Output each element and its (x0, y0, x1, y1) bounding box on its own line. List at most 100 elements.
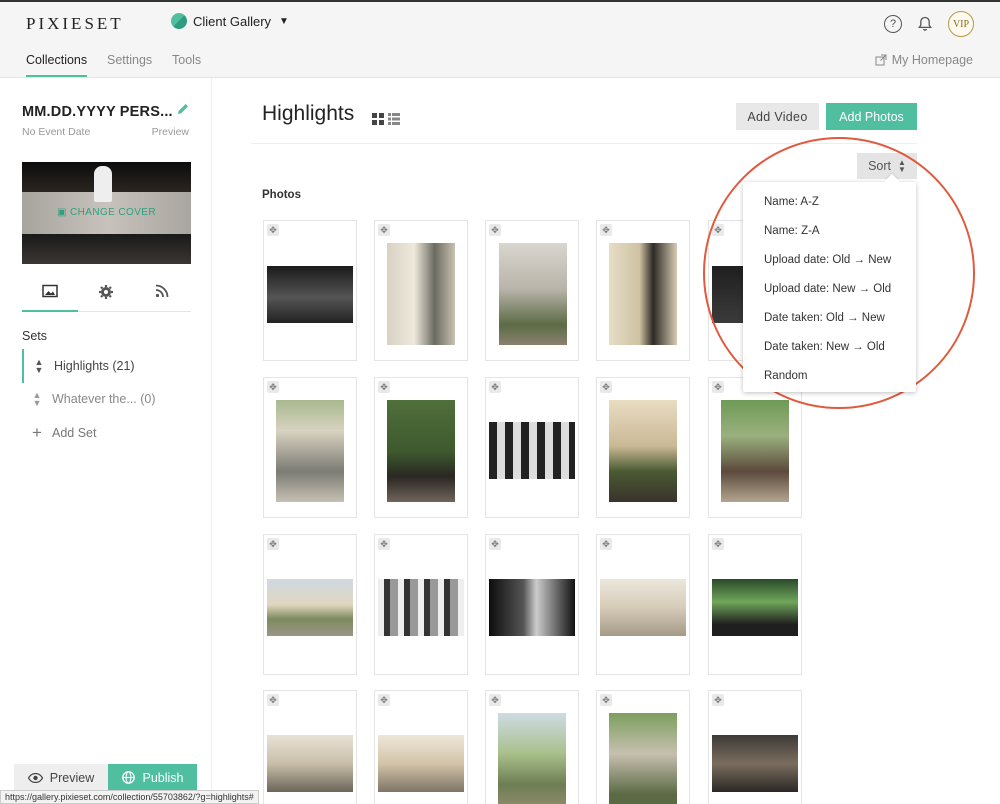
pencil-icon[interactable] (176, 102, 190, 121)
tab-activity[interactable] (134, 284, 190, 298)
photo-thumbnail[interactable] (712, 735, 798, 792)
sort-handle-icon[interactable]: ▲ ▼ (24, 358, 54, 375)
sort-option-random[interactable]: Random (743, 361, 916, 390)
drag-handle-icon[interactable]: ✥ (600, 694, 612, 706)
photo-thumbnail[interactable] (712, 579, 798, 636)
photo-card[interactable]: ✥ (263, 220, 357, 361)
photo-thumbnail[interactable] (267, 266, 353, 323)
drag-handle-icon[interactable]: ✥ (489, 224, 501, 236)
photo-thumbnail[interactable] (721, 400, 789, 502)
drag-handle-icon[interactable]: ✥ (267, 224, 279, 236)
photo-thumbnail[interactable] (489, 422, 575, 479)
drag-handle-icon[interactable]: ✥ (378, 538, 390, 550)
help-icon[interactable]: ? (884, 15, 902, 33)
event-date[interactable]: No Event Date (22, 126, 90, 138)
sort-option-upload-new-old[interactable]: Upload date: New → Old (743, 274, 916, 303)
sort-option-name-z-a[interactable]: Name: Z-A (743, 216, 916, 245)
photo-card[interactable]: ✥ (708, 690, 802, 804)
tab-collection-settings[interactable] (78, 284, 134, 300)
header-divider (251, 143, 917, 144)
photo-thumbnail[interactable] (267, 579, 353, 636)
drag-handle-icon[interactable]: ✥ (378, 694, 390, 706)
set-label: Highlights (21) (54, 359, 135, 373)
photo-card[interactable]: ✥ (263, 690, 357, 804)
set-item-highlights[interactable]: ▲ ▼ Highlights (21) (22, 349, 212, 383)
photo-card[interactable]: ✥ (485, 377, 579, 518)
drag-handle-icon[interactable]: ✥ (600, 538, 612, 550)
add-photos-button[interactable]: Add Photos (826, 103, 917, 130)
photo-thumbnail[interactable] (499, 243, 567, 345)
drag-handle-icon[interactable]: ✥ (712, 381, 724, 393)
photo-thumbnail[interactable] (267, 735, 353, 792)
sidebar-tabs (22, 278, 191, 312)
tab-photos[interactable] (22, 284, 78, 312)
app-switcher-label: Client Gallery (193, 13, 272, 29)
photo-card[interactable]: ✥ (596, 690, 690, 804)
drag-handle-icon[interactable]: ✥ (600, 224, 612, 236)
grid-view-icon[interactable] (372, 112, 384, 130)
change-cover-button[interactable]: ▣ CHANGE COVER (22, 207, 191, 218)
publish-button[interactable]: Publish (108, 764, 197, 791)
sort-option-taken-new-old[interactable]: Date taken: New → Old (743, 332, 916, 361)
vip-badge[interactable]: VIP (948, 11, 974, 37)
photo-thumbnail[interactable] (609, 713, 677, 804)
photo-thumbnail[interactable] (609, 400, 677, 502)
tab-settings[interactable]: Settings (107, 53, 152, 67)
sort-option-upload-old-new[interactable]: Upload date: Old → New (743, 245, 916, 274)
preview-link[interactable]: Preview (152, 126, 189, 138)
sort-label: Sort (868, 159, 891, 173)
photo-thumbnail[interactable] (498, 713, 566, 804)
bell-icon[interactable] (916, 15, 934, 33)
drag-handle-icon[interactable]: ✥ (600, 381, 612, 393)
drag-handle-icon[interactable]: ✥ (378, 224, 390, 236)
photo-card[interactable]: ✥ (596, 534, 690, 675)
add-set-button[interactable]: + Add Set (22, 416, 212, 450)
photo-card[interactable]: ✥ (374, 377, 468, 518)
app-switcher[interactable]: Client Gallery ▼ (171, 13, 289, 29)
sort-button[interactable]: Sort ▲ ▼ (857, 153, 917, 179)
photo-card[interactable]: ✥ (263, 377, 357, 518)
cover-image[interactable]: ▣ CHANGE COVER (22, 162, 191, 264)
photo-card[interactable]: ✥ (485, 534, 579, 675)
add-video-button[interactable]: Add Video (736, 103, 819, 130)
drag-handle-icon[interactable]: ✥ (267, 538, 279, 550)
drag-handle-icon[interactable]: ✥ (489, 538, 501, 550)
pixieset-logo[interactable]: PIXIESET (26, 14, 124, 34)
photo-card[interactable]: ✥ (374, 220, 468, 361)
photo-thumbnail[interactable] (600, 579, 686, 636)
photo-thumbnail[interactable] (378, 579, 464, 636)
photo-card[interactable]: ✥ (374, 690, 468, 804)
photo-thumbnail[interactable] (387, 400, 455, 502)
drag-handle-icon[interactable]: ✥ (489, 694, 501, 706)
sort-handle-icon[interactable]: ▲ ▼ (22, 391, 52, 408)
photo-thumbnail[interactable] (609, 243, 677, 345)
photo-thumbnail[interactable] (378, 735, 464, 792)
photo-card[interactable]: ✥ (596, 220, 690, 361)
tab-tools[interactable]: Tools (172, 53, 201, 67)
photo-card[interactable]: ✥ (485, 690, 579, 804)
sort-option-taken-old-new[interactable]: Date taken: Old → New (743, 303, 916, 332)
collection-title[interactable]: MM.DD.YYYY PERS... (22, 104, 173, 120)
photo-card[interactable]: ✥ (485, 220, 579, 361)
tab-collections[interactable]: Collections (26, 53, 88, 77)
drag-handle-icon[interactable]: ✥ (712, 224, 724, 236)
photo-card[interactable]: ✥ (263, 534, 357, 675)
drag-handle-icon[interactable]: ✥ (267, 694, 279, 706)
drag-handle-icon[interactable]: ✥ (712, 694, 724, 706)
photo-thumbnail[interactable] (276, 400, 344, 502)
drag-handle-icon[interactable]: ✥ (378, 381, 390, 393)
preview-button[interactable]: Preview (14, 764, 108, 791)
photo-card[interactable]: ✥ (708, 377, 802, 518)
photo-card[interactable]: ✥ (596, 377, 690, 518)
photo-card[interactable]: ✥ (708, 534, 802, 675)
my-homepage-link[interactable]: My Homepage (875, 53, 973, 67)
photo-thumbnail[interactable] (387, 243, 455, 345)
photo-thumbnail[interactable] (489, 579, 575, 636)
photo-card[interactable]: ✥ (374, 534, 468, 675)
drag-handle-icon[interactable]: ✥ (267, 381, 279, 393)
drag-handle-icon[interactable]: ✥ (712, 538, 724, 550)
sort-option-name-a-z[interactable]: Name: A-Z (743, 187, 916, 216)
list-view-icon[interactable] (388, 112, 400, 130)
drag-handle-icon[interactable]: ✥ (489, 381, 501, 393)
set-item-whatever[interactable]: ▲ ▼ Whatever the... (0) (22, 382, 212, 416)
